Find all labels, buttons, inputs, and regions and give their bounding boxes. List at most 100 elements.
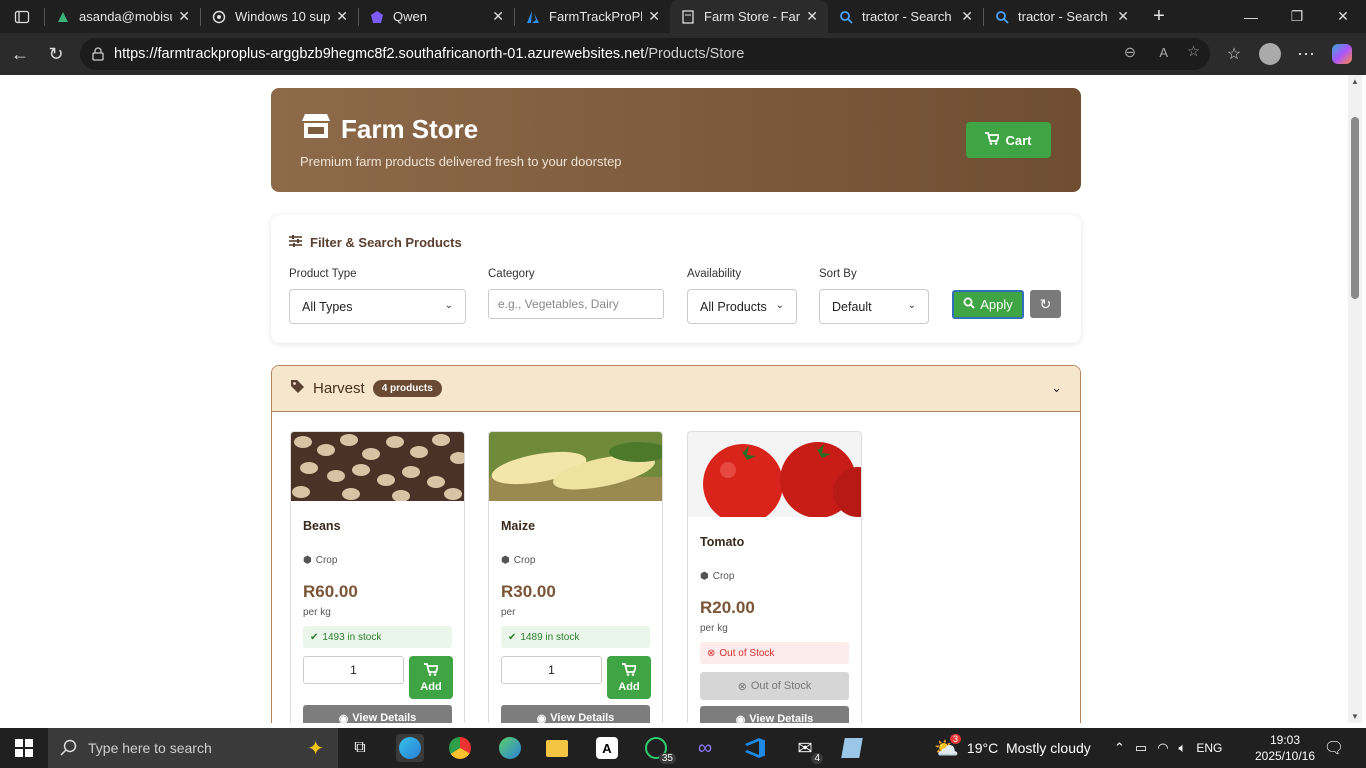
url-field[interactable]: https://farmtrackproplus-arggbzb9hegmc8f… [80, 38, 1210, 70]
product-unit: per [501, 607, 516, 618]
back-arrow-icon: ← [11, 43, 29, 64]
app-taskbar-button-2[interactable] [838, 734, 866, 762]
visual-studio-button[interactable]: ∞ [691, 734, 719, 762]
language-indicator[interactable]: ENG [1196, 741, 1222, 755]
windows-taskbar: Type here to search ✦ ⧉ A 35 ∞ ✉ 4 ⛅ 3 19… [0, 728, 1366, 768]
minimize-button[interactable]: — [1228, 0, 1274, 33]
tab-1[interactable]: Windows 10 support ✕ [201, 0, 358, 33]
add-to-cart-button[interactable]: Add [409, 656, 453, 699]
notifications-button[interactable]: 🗨︎ [1320, 734, 1348, 762]
copilot-button[interactable] [1324, 36, 1360, 72]
profile-button[interactable] [1252, 36, 1288, 72]
close-tab-icon[interactable]: ✕ [492, 8, 504, 25]
chevron-down-icon: ⌄ [775, 300, 784, 311]
file-explorer-button[interactable] [543, 734, 571, 762]
tab-0[interactable]: asanda@mobisuite ✕ [45, 0, 200, 33]
close-tab-icon[interactable]: ✕ [648, 8, 660, 25]
tag-icon [290, 379, 305, 399]
stock-badge: ✔ 1493 in stock [303, 626, 452, 648]
scroll-down-icon[interactable]: ▼ [1351, 712, 1359, 721]
weather-widget[interactable]: ⛅ 3 19°C Mostly cloudy [934, 728, 1091, 768]
page-scrollbar[interactable]: ▲ ▼ [1348, 75, 1362, 723]
section-header[interactable]: Harvest 4 products ⌄ [272, 366, 1080, 412]
restore-button[interactable]: ❐ [1274, 0, 1320, 33]
close-tab-icon[interactable]: ✕ [336, 8, 348, 25]
chevron-down-icon: ⌄ [907, 300, 916, 311]
view-details-button[interactable]: ◉ View Details [700, 706, 849, 723]
edge-icon [399, 737, 421, 759]
store-hero-banner: Farm Store Premium farm products deliver… [271, 88, 1081, 192]
favorites-button[interactable]: ☆ [1216, 36, 1252, 72]
close-tab-icon[interactable]: ✕ [178, 8, 190, 25]
box-icon: ⬢ [501, 555, 510, 566]
wifi-icon[interactable]: ◠ [1157, 740, 1168, 756]
notification-badge: 35 [658, 753, 676, 764]
filter-title-text: Filter & Search Products [310, 235, 462, 250]
taskbar-search[interactable]: Type here to search ✦ [48, 728, 338, 768]
eye-icon: ◉ [735, 713, 746, 724]
category-input[interactable]: e.g., Vegetables, Dairy [488, 289, 664, 319]
x-circle-icon: ⊗ [737, 680, 747, 693]
notification-badge: 4 [811, 753, 823, 764]
availability-select[interactable]: All Products ⌄ [687, 289, 797, 324]
add-label: Add [618, 680, 640, 693]
zoom-icon[interactable]: ⊖ [1124, 45, 1136, 61]
mail-taskbar-button[interactable]: ✉ 4 [791, 734, 823, 764]
vscode-taskbar-button[interactable] [741, 734, 769, 762]
tab-3[interactable]: FarmTrackProPlus ✕ [515, 0, 670, 33]
product-type-select[interactable]: All Types ⌄ [289, 289, 466, 324]
favorite-star-icon[interactable]: ☆ [1187, 44, 1200, 60]
start-button[interactable] [10, 734, 38, 762]
favorites-icon: ☆ [1226, 46, 1242, 63]
scrollbar-thumb[interactable] [1351, 117, 1359, 299]
filter-title: Filter & Search Products [289, 235, 462, 250]
app-a-icon: A [596, 737, 618, 759]
edge-dev-taskbar-button[interactable] [496, 734, 524, 762]
chevron-up-icon[interactable]: ⌃ [1114, 740, 1125, 756]
sort-select[interactable]: Default ⌄ [819, 289, 929, 324]
quantity-input[interactable]: 1 [501, 656, 602, 684]
chrome-taskbar-button[interactable] [446, 734, 474, 762]
edge-taskbar-button[interactable] [396, 734, 424, 762]
close-window-button[interactable]: ✕ [1320, 0, 1366, 33]
box-icon: ⬢ [303, 555, 312, 566]
close-tab-icon[interactable]: ✕ [961, 8, 973, 25]
read-aloud-icon[interactable]: A [1159, 45, 1168, 60]
quantity-input[interactable]: 1 [303, 656, 404, 684]
volume-icon[interactable]: 🔈︎ [1179, 740, 1187, 756]
availability-label: Availability [687, 268, 742, 280]
task-view-button[interactable]: ⧉ [346, 734, 374, 762]
battery-icon[interactable]: ▭ [1135, 740, 1147, 756]
view-details-button[interactable]: ◉ View Details [303, 705, 452, 723]
whatsapp-taskbar-button[interactable]: 35 [642, 734, 676, 764]
close-tab-icon[interactable]: ✕ [806, 8, 818, 25]
scroll-up-icon[interactable]: ▲ [1351, 77, 1359, 86]
tab-actions-button[interactable] [0, 0, 44, 33]
cart-button[interactable]: Cart [966, 122, 1051, 158]
view-details-button[interactable]: ◉ View Details [501, 705, 650, 723]
apply-button[interactable]: Apply [952, 290, 1024, 319]
copilot-icon [1332, 44, 1352, 64]
tab-4-active[interactable]: Farm Store - Farm ✕ [670, 0, 828, 33]
close-tab-icon[interactable]: ✕ [1117, 8, 1129, 25]
stock-text: 1493 in stock [322, 631, 382, 643]
chevron-down-icon[interactable]: ⌄ [1051, 380, 1062, 396]
site-info-icon[interactable] [90, 46, 106, 66]
apply-label: Apply [980, 297, 1013, 312]
app-taskbar-button[interactable]: A [593, 734, 621, 762]
back-button[interactable]: ← [2, 36, 38, 72]
tab-2[interactable]: Qwen ✕ [359, 0, 514, 33]
tab-5[interactable]: tractor - Search ✕ [828, 0, 983, 33]
refresh-button[interactable]: ↻ [38, 36, 74, 72]
tab-6[interactable]: tractor - Search Im ✕ [984, 0, 1139, 33]
new-tab-button[interactable]: + [1139, 0, 1179, 33]
vscode-icon [745, 738, 765, 758]
product-category: ⬢ Crop [700, 571, 861, 582]
url-host: https://farmtrackproplus-arggbzb9hegmc8f… [114, 46, 645, 62]
reset-button[interactable]: ↻ [1030, 290, 1061, 318]
cart-label: Cart [1005, 132, 1032, 148]
product-count-badge: 4 products [372, 380, 442, 397]
add-to-cart-button[interactable]: Add [607, 656, 651, 699]
more-menu-button[interactable]: ⋯ [1288, 36, 1324, 72]
clock[interactable]: 19:03 2025/10/16 [1250, 728, 1320, 768]
